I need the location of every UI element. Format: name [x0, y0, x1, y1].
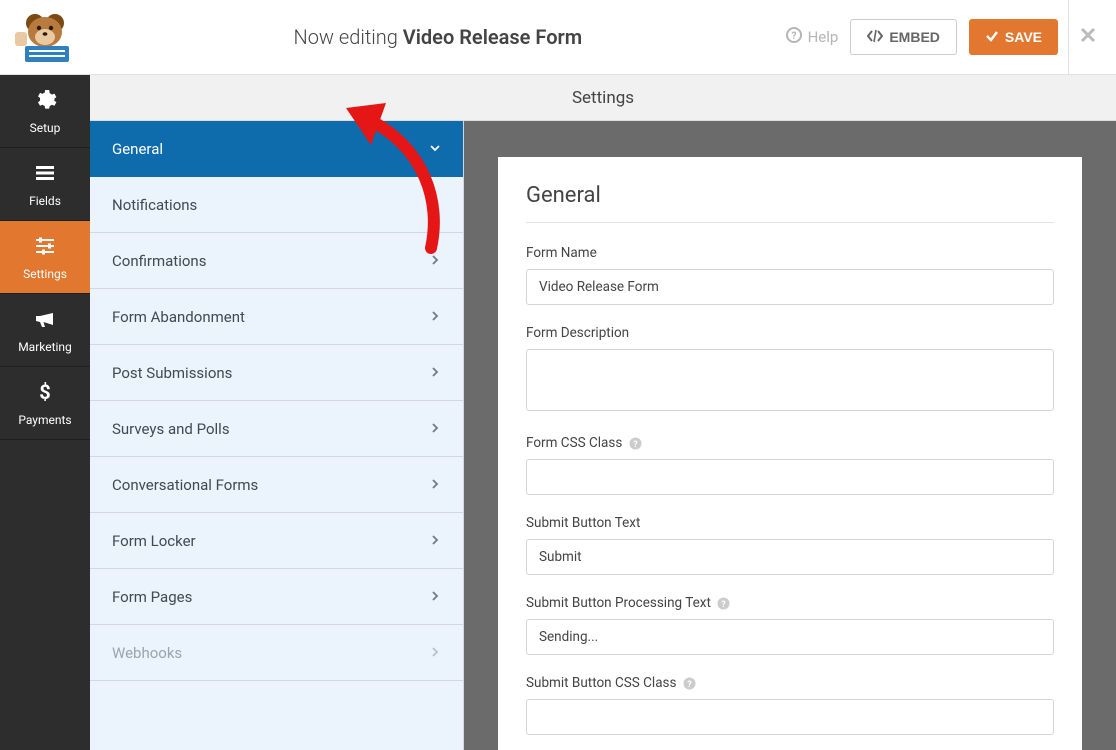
- submit-button-text-group: Submit Button Text: [526, 515, 1054, 575]
- chevron-down-icon: [429, 140, 441, 158]
- settings-item-confirmations[interactable]: Confirmations: [90, 233, 463, 289]
- chevron-right-icon: [429, 588, 441, 606]
- settings-item-label: Form Pages: [112, 588, 192, 606]
- panel-wrap: General Form Name Form Description Form …: [464, 121, 1116, 750]
- settings-item-label: Surveys and Polls: [112, 420, 230, 438]
- form-description-group: Form Description: [526, 325, 1054, 415]
- help-label: Help: [808, 28, 839, 46]
- settings-item-label: Notifications: [112, 196, 197, 214]
- nav-label: Marketing: [18, 340, 72, 354]
- svg-text:?: ?: [687, 680, 692, 690]
- app-logo: [0, 0, 90, 75]
- left-nav: Setup Fields Settings Marketing $ Paymen…: [0, 75, 90, 750]
- list-icon: [33, 161, 57, 188]
- panel-title: General: [526, 183, 1054, 223]
- page-title: Now editing Video Release Form: [90, 25, 786, 49]
- settings-item-notifications[interactable]: Notifications: [90, 177, 463, 233]
- nav-label: Payments: [18, 413, 71, 427]
- save-label: SAVE: [1005, 29, 1042, 45]
- submit-button-processing-input[interactable]: [526, 619, 1054, 655]
- form-css-class-input[interactable]: [526, 459, 1054, 495]
- nav-fields[interactable]: Fields: [0, 148, 90, 221]
- form-description-input[interactable]: [526, 349, 1054, 411]
- close-button[interactable]: [1068, 0, 1106, 75]
- chevron-right-icon: [429, 532, 441, 550]
- svg-text:?: ?: [722, 600, 727, 610]
- form-css-class-group: Form CSS Class ?: [526, 435, 1054, 495]
- chevron-right-icon: [429, 420, 441, 438]
- submit-button-css-class-input[interactable]: [526, 699, 1054, 735]
- chevron-right-icon: [429, 364, 441, 382]
- chevron-right-icon: [429, 252, 441, 270]
- settings-item-general[interactable]: General: [90, 121, 463, 177]
- submit-button-text-input[interactable]: [526, 539, 1054, 575]
- help-icon[interactable]: ?: [628, 436, 642, 450]
- nav-label: Fields: [29, 194, 61, 208]
- submit-button-text-label: Submit Button Text: [526, 515, 1054, 531]
- svg-text:?: ?: [633, 440, 638, 450]
- chevron-right-icon: [429, 644, 441, 662]
- settings-item-label: Webhooks: [112, 644, 182, 662]
- settings-item-conversational-forms[interactable]: Conversational Forms: [90, 457, 463, 513]
- svg-text:?: ?: [791, 31, 796, 42]
- nav-label: Setup: [30, 121, 61, 135]
- settings-item-form-pages[interactable]: Form Pages: [90, 569, 463, 625]
- submit-button-css-class-group: Submit Button CSS Class ?: [526, 675, 1054, 735]
- nav-settings[interactable]: Settings: [0, 221, 90, 294]
- close-icon: [1079, 26, 1097, 48]
- help-icon[interactable]: ?: [717, 596, 731, 610]
- sliders-icon: [33, 234, 57, 261]
- content-body: General Notifications Confirmations Form…: [90, 121, 1116, 750]
- nav-payments[interactable]: $ Payments: [0, 367, 90, 440]
- editing-prefix: Now editing: [294, 25, 403, 49]
- submit-button-css-class-label: Submit Button CSS Class: [526, 675, 677, 691]
- settings-item-webhooks[interactable]: Webhooks: [90, 625, 463, 681]
- form-description-label: Form Description: [526, 325, 1054, 341]
- chevron-right-icon: [429, 308, 441, 326]
- gear-icon: [33, 88, 57, 115]
- form-name-label: Form Name: [526, 245, 1054, 261]
- embed-label: EMBED: [889, 29, 940, 45]
- top-actions: ? Help EMBED SAVE: [786, 19, 1058, 55]
- dollar-icon: $: [33, 380, 57, 407]
- form-name-group: Form Name: [526, 245, 1054, 305]
- form-css-class-label: Form CSS Class: [526, 435, 622, 451]
- content-area: Settings General Notifications Confirmat…: [90, 75, 1116, 750]
- save-button[interactable]: SAVE: [969, 19, 1058, 55]
- settings-item-post-submissions[interactable]: Post Submissions: [90, 345, 463, 401]
- embed-button[interactable]: EMBED: [850, 19, 957, 55]
- settings-item-label: General: [112, 140, 163, 158]
- help-icon: ?: [786, 27, 802, 47]
- code-icon: [867, 29, 883, 46]
- settings-item-form-abandonment[interactable]: Form Abandonment: [90, 289, 463, 345]
- nav-label: Settings: [23, 267, 67, 281]
- settings-item-label: Form Locker: [112, 532, 196, 550]
- help-link[interactable]: ? Help: [786, 27, 839, 47]
- general-panel: General Form Name Form Description Form …: [498, 157, 1082, 750]
- settings-item-label: Post Submissions: [112, 364, 232, 382]
- main-area: Setup Fields Settings Marketing $ Paymen…: [0, 75, 1116, 750]
- top-bar: Now editing Video Release Form ? Help EM…: [0, 0, 1116, 75]
- settings-item-form-locker[interactable]: Form Locker: [90, 513, 463, 569]
- nav-setup[interactable]: Setup: [0, 75, 90, 148]
- svg-text:$: $: [39, 380, 50, 404]
- help-icon[interactable]: ?: [683, 676, 697, 690]
- submit-button-processing-label: Submit Button Processing Text: [526, 595, 711, 611]
- settings-item-label: Confirmations: [112, 252, 206, 270]
- content-header: Settings: [90, 75, 1116, 121]
- settings-item-label: Conversational Forms: [112, 476, 258, 494]
- settings-menu: General Notifications Confirmations Form…: [90, 121, 464, 750]
- bullhorn-icon: [33, 307, 57, 334]
- form-title: Video Release Form: [403, 25, 582, 49]
- form-name-input[interactable]: [526, 269, 1054, 305]
- chevron-right-icon: [429, 476, 441, 494]
- content-header-title: Settings: [572, 88, 634, 108]
- nav-marketing[interactable]: Marketing: [0, 294, 90, 367]
- settings-item-surveys-polls[interactable]: Surveys and Polls: [90, 401, 463, 457]
- submit-button-processing-group: Submit Button Processing Text ?: [526, 595, 1054, 655]
- chevron-right-icon: [429, 196, 441, 214]
- check-icon: [985, 29, 999, 46]
- settings-item-label: Form Abandonment: [112, 308, 245, 326]
